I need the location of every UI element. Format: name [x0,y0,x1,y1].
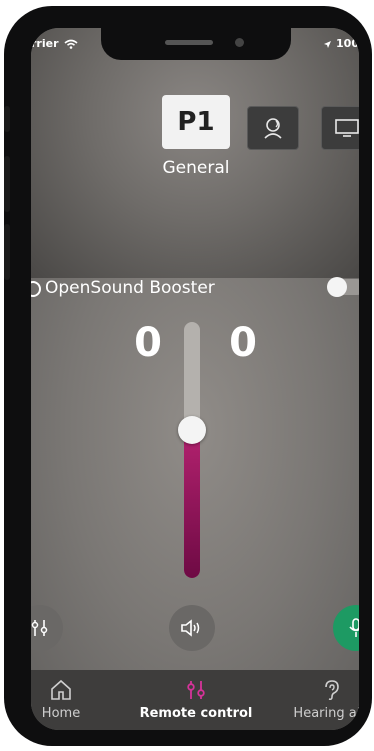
booster-toggle-knob [327,277,347,297]
ear-icon [325,680,339,701]
left-volume-value: 0 [134,320,162,366]
sliders-icon [31,620,48,636]
location-arrow-icon [324,40,332,48]
tv-icon [335,119,359,137]
phone-frame: rrier 100 P1 General OpenSound Booster 0… [4,6,372,746]
volume-slider-fill [184,430,200,578]
head-speech-icon [264,118,282,139]
home-icon [51,679,71,700]
program-header [31,28,359,278]
notch [101,28,291,60]
nav-remote-label: Remote control [139,706,253,721]
volume-slider-track[interactable] [184,322,200,578]
front-camera [235,38,244,47]
right-volume-value: 0 [229,320,257,366]
program-p1-label: P1 [177,107,215,137]
nav-home-label: Home [41,706,81,721]
program-p1-button[interactable]: P1 [162,95,230,149]
booster-toggle[interactable] [327,277,359,297]
speaker-button[interactable] [169,605,215,651]
remote-sliders-icon [187,681,205,699]
microphone-icon [349,618,359,637]
speaker-icon [181,619,200,637]
volume-up-button [4,156,10,212]
app-screen: rrier 100 P1 General OpenSound Booster 0… [31,28,359,730]
program-name: General [162,158,230,178]
volume-down-button [4,224,10,280]
program-tv-button[interactable] [321,106,359,150]
booster-label: OpenSound Booster [45,278,215,298]
mute-switch [4,106,10,132]
nav-home[interactable]: Home [31,670,91,730]
bottom-nav: Home Remote control Hearing aid [31,670,359,730]
nav-remote-control[interactable]: Remote control [131,670,261,730]
nav-hearing-aid[interactable]: Hearing aid [281,670,359,730]
earpiece [165,40,213,45]
carrier-status: rrier [31,37,78,50]
volume-slider-thumb[interactable] [178,416,206,444]
nav-hearing-label: Hearing aid [293,706,359,721]
program-p2-button[interactable] [247,106,299,150]
battery-status: 100 [323,37,359,50]
wifi-icon [64,39,78,49]
